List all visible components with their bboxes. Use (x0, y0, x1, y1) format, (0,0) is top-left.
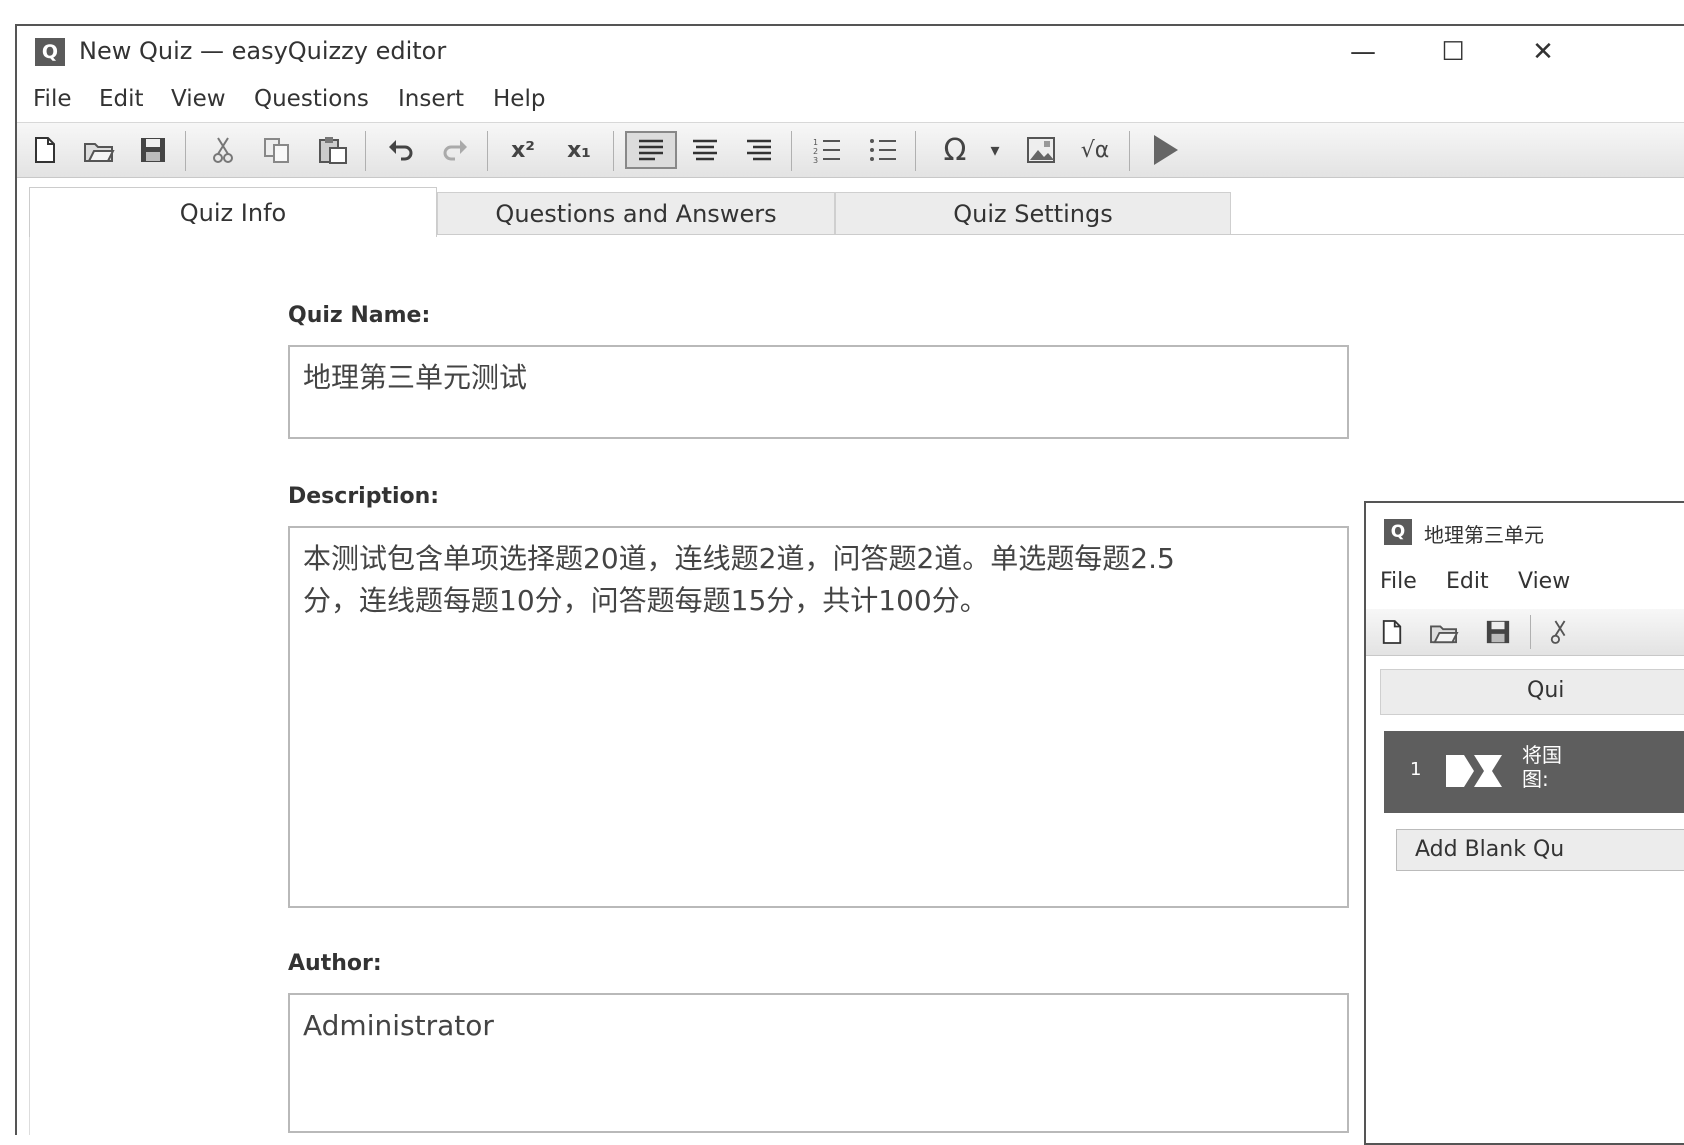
preview-menu-file[interactable]: File (1380, 569, 1417, 594)
description-line: 分，连线题每题10分，问答题每题15分，共计100分。 (303, 584, 988, 617)
preview-window: Q 地理第三单元 File Edit View Qui 1 将国 图: Add … (1364, 501, 1684, 1145)
app-logo-icon: Q (35, 38, 65, 66)
minimize-button[interactable]: — (1333, 30, 1393, 74)
paste-icon[interactable] (313, 131, 353, 169)
save-icon[interactable] (1480, 614, 1516, 650)
redo-icon[interactable] (435, 131, 475, 169)
superscript-icon[interactable]: x² (503, 131, 543, 169)
description-label: Description: (288, 484, 440, 509)
tab-questions-and-answers[interactable]: Questions and Answers (437, 192, 835, 235)
window-title: New Quiz — easyQuizzy editor (79, 37, 447, 65)
add-blank-question-button[interactable]: Add Blank Qu (1396, 829, 1684, 871)
preview-toolbar (1366, 609, 1684, 656)
dropdown-arrow-icon[interactable]: ▾ (983, 131, 1007, 169)
omega-symbol-icon[interactable]: Ω (935, 131, 975, 169)
preview-menu-view[interactable]: View (1518, 569, 1570, 594)
undo-icon[interactable] (381, 131, 421, 169)
menu-edit[interactable]: Edit (99, 86, 144, 112)
formula-icon[interactable]: √α (1075, 131, 1115, 169)
subscript-icon[interactable]: x₁ (559, 131, 599, 169)
cut-icon[interactable] (203, 131, 243, 169)
question-number: 1 (1410, 759, 1422, 780)
tab-quiz-info[interactable]: Quiz Info (29, 187, 437, 237)
tab-quiz-settings[interactable]: Quiz Settings (835, 192, 1231, 235)
play-preview-icon[interactable] (1145, 131, 1185, 169)
menu-questions[interactable]: Questions (254, 86, 369, 112)
question-text-line: 将国 (1522, 743, 1562, 767)
numbered-list-icon[interactable]: 123 (807, 131, 847, 169)
question-text-line: 图: (1522, 767, 1549, 791)
cut-icon[interactable] (1542, 614, 1578, 650)
question-list-item[interactable]: 1 将国 图: (1384, 731, 1684, 813)
description-field[interactable]: 本测试包含单项选择题20道，连线题2道，问答题2道。单选题每题2.5 分，连线题… (288, 526, 1349, 908)
title-bar[interactable]: Q New Quiz — easyQuizzy editor — ☐ ✕ (17, 26, 1684, 78)
menu-insert[interactable]: Insert (398, 86, 464, 112)
author-label: Author: (288, 951, 382, 976)
new-document-icon[interactable] (1374, 614, 1410, 650)
save-icon[interactable] (133, 131, 173, 169)
menu-view[interactable]: View (171, 86, 226, 112)
app-logo-icon: Q (1384, 519, 1412, 545)
maximize-button[interactable]: ☐ (1423, 30, 1483, 74)
open-folder-icon[interactable] (1426, 614, 1462, 650)
align-right-icon[interactable] (739, 131, 779, 169)
quiz-name-field[interactable]: 地理第三单元测试 (288, 345, 1349, 439)
menu-bar: File Edit View Questions Insert Help (17, 78, 1684, 122)
toolbar: x² x₁ 123 Ω ▾ √α (17, 122, 1684, 178)
author-field[interactable]: Administrator (288, 993, 1349, 1133)
tab-strip: Quiz Info Questions and Answers Quiz Set… (29, 187, 1684, 237)
copy-icon[interactable] (257, 131, 297, 169)
quiz-name-label: Quiz Name: (288, 303, 431, 328)
svg-text:1: 1 (813, 138, 818, 147)
matching-question-icon (1446, 755, 1502, 787)
preview-menu-edit[interactable]: Edit (1446, 569, 1489, 594)
menu-help[interactable]: Help (493, 86, 545, 112)
preview-window-title: 地理第三单元 (1424, 523, 1544, 547)
svg-text:3: 3 (813, 156, 818, 163)
align-left-icon[interactable] (625, 131, 677, 169)
menu-file[interactable]: File (33, 86, 72, 112)
new-document-icon[interactable] (25, 131, 65, 169)
close-button[interactable]: ✕ (1513, 30, 1573, 74)
insert-image-icon[interactable] (1021, 131, 1061, 169)
open-folder-icon[interactable] (79, 131, 119, 169)
align-center-icon[interactable] (685, 131, 725, 169)
preview-tab-quiz[interactable]: Qui (1380, 669, 1684, 715)
question-text: 将国 图: (1522, 743, 1562, 791)
svg-text:2: 2 (813, 147, 818, 156)
bullet-list-icon[interactable] (863, 131, 903, 169)
description-line: 本测试包含单项选择题20道，连线题2道，问答题2道。单选题每题2.5 (303, 542, 1175, 575)
